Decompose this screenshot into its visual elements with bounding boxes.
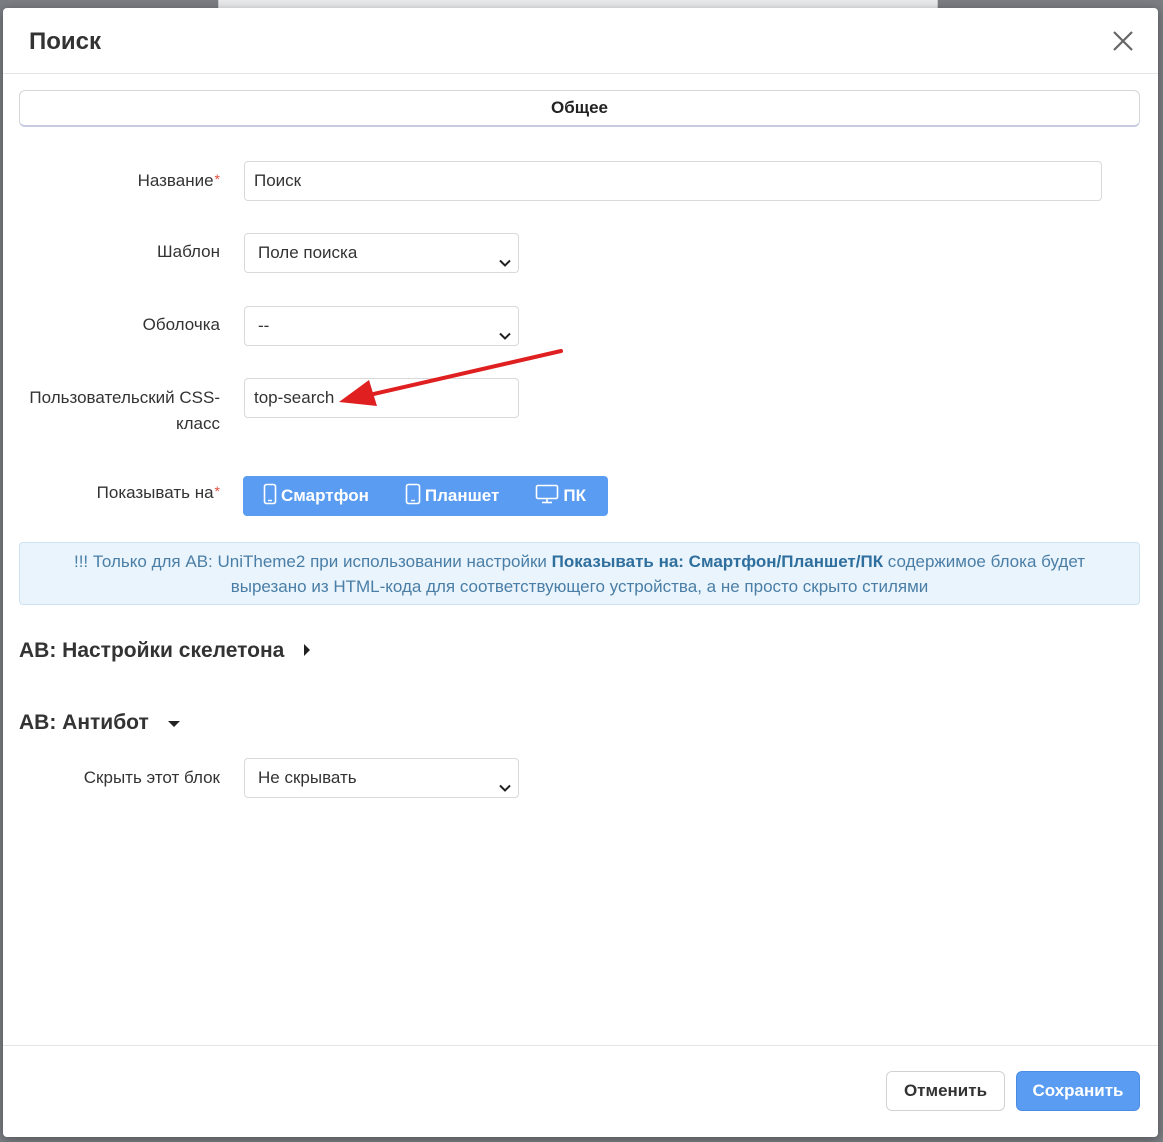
hide-block-label: Скрыть этот блок: [83, 768, 220, 787]
tablet-toggle[interactable]: Планшет: [405, 483, 499, 510]
template-select[interactable]: Поле поиска: [244, 233, 519, 273]
block-settings-dialog: Поиск Общее Название* Поиск Шаблон Поле …: [3, 8, 1158, 1137]
desktop-icon: [535, 484, 563, 509]
smartphone-icon: [263, 483, 281, 510]
save-button[interactable]: Сохранить: [1016, 1071, 1140, 1111]
template-label: Шаблон: [157, 242, 220, 261]
name-input[interactable]: Поиск: [244, 161, 1102, 201]
css-class-label: Пользовательский CSS- класс: [29, 388, 220, 433]
antibot-section-header[interactable]: AB: Антибот: [19, 711, 181, 735]
footer-divider: [3, 1045, 1158, 1046]
caret-right-icon[interactable]: [302, 639, 312, 663]
annotation-arrow-icon: [339, 349, 563, 406]
skeleton-section-header[interactable]: AB: Настройки скелетона: [19, 639, 312, 663]
smartphone-toggle[interactable]: Смартфон: [263, 483, 369, 510]
hide-block-select-value: Не скрывать: [258, 768, 357, 787]
desktop-toggle[interactable]: ПК: [535, 484, 586, 509]
wrapper-select[interactable]: --: [244, 306, 519, 346]
dialog-title: Поиск: [29, 28, 102, 55]
hide-block-select[interactable]: Не скрывать: [244, 758, 519, 798]
show-on-label: Показывать на*: [96, 483, 220, 502]
chevron-down-icon: [498, 246, 512, 284]
dialog-header: Поиск: [3, 8, 1158, 74]
name-label: Название*: [137, 171, 220, 190]
tablet-icon: [405, 483, 425, 510]
show-on-device-toggle: Смартфон Планшет ПК: [243, 476, 608, 516]
wrapper-select-value: --: [258, 316, 270, 335]
template-select-value: Поле поиска: [258, 243, 358, 262]
chevron-down-icon: [498, 771, 512, 809]
cancel-button[interactable]: Отменить: [886, 1071, 1005, 1111]
tab-general[interactable]: Общее: [19, 90, 1140, 127]
device-notice: !!! Только для AB: UniTheme2 при использ…: [19, 542, 1140, 605]
caret-down-icon[interactable]: [167, 711, 181, 735]
wrapper-label: Оболочка: [142, 315, 220, 334]
close-icon[interactable]: [1110, 28, 1136, 54]
